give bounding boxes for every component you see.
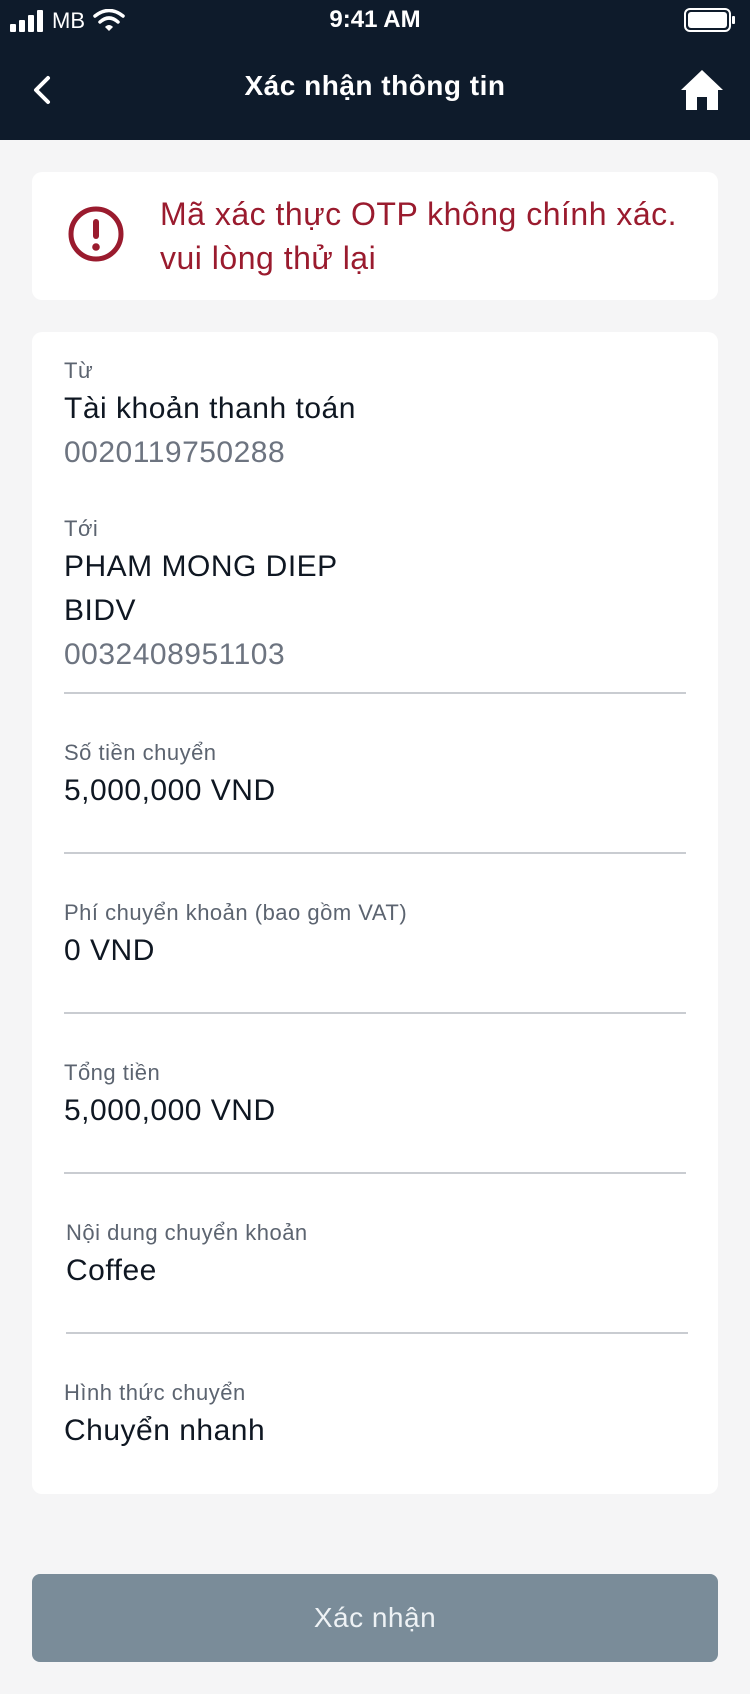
- to-recipient-name: PHAM MONG DIEP: [64, 550, 338, 583]
- error-message: Mã xác thực OTP không chính xác. vui lòn…: [160, 196, 678, 276]
- method-label: Hình thức chuyển: [64, 1380, 246, 1405]
- home-button[interactable]: [678, 66, 726, 114]
- divider: [64, 852, 686, 854]
- home-icon: [681, 70, 723, 110]
- battery-icon: [684, 8, 735, 32]
- fee-label: Phí chuyển khoản (bao gồm VAT): [64, 900, 408, 925]
- amount-label: Số tiền chuyển: [64, 740, 217, 765]
- to-bank-name: BIDV: [64, 594, 137, 627]
- content-value: Coffee: [66, 1254, 157, 1287]
- from-label: Từ: [64, 358, 94, 383]
- divider: [64, 692, 686, 694]
- from-account-name: Tài khoản thanh toán: [64, 392, 356, 425]
- confirm-button[interactable]: Xác nhận: [32, 1574, 718, 1662]
- content-label: Nội dung chuyển khoản: [66, 1220, 308, 1245]
- status-time: 9:41 AM: [329, 6, 421, 33]
- amount-value: 5,000,000 VND: [64, 774, 276, 807]
- error-banner: Mã xác thực OTP không chính xác. vui lòn…: [32, 172, 718, 300]
- divider: [64, 1172, 686, 1174]
- transfer-details-card: Từ Tài khoản thanh toán 0020119750288 Tớ…: [32, 332, 718, 1494]
- alert-icon: [68, 206, 124, 262]
- status-right: [684, 8, 736, 37]
- total-label: Tổng tiền: [64, 1060, 161, 1085]
- divider: [66, 1332, 688, 1334]
- method-value: Chuyển nhanh: [64, 1414, 266, 1447]
- to-account-number: 0032408951103: [64, 638, 286, 671]
- page-title: Xác nhận thông tin: [244, 70, 506, 101]
- to-label: Tới: [64, 516, 99, 541]
- status-bar: MB 9:41 AM: [0, 0, 750, 40]
- divider: [64, 1012, 686, 1014]
- total-value: 5,000,000 VND: [64, 1094, 276, 1127]
- from-account-number: 0020119750288: [64, 436, 286, 469]
- app-header: MB 9:41 AM Xác nhận thông tin: [0, 0, 750, 140]
- fee-value: 0 VND: [64, 934, 155, 967]
